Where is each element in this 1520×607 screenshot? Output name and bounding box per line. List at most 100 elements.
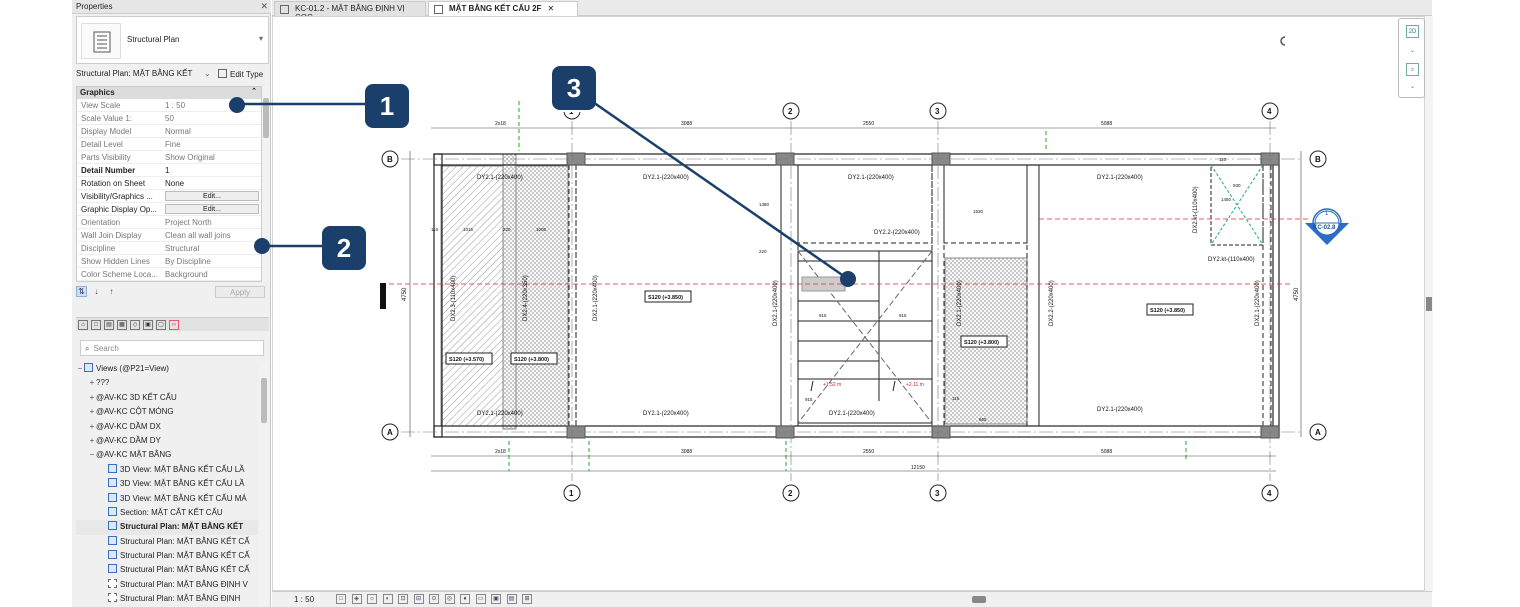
- property-row[interactable]: Detail Number 1: [77, 164, 261, 177]
- property-value[interactable]: None: [163, 177, 261, 189]
- expand-icon[interactable]: +: [88, 376, 96, 390]
- property-row[interactable]: Rotation on Sheet None: [77, 177, 261, 190]
- property-value[interactable]: 1: [163, 164, 261, 176]
- tree-item[interactable]: 3D View: MẶT BẰNG KẾT CẤU MÁ: [76, 492, 258, 506]
- expand-icon[interactable]: +: [88, 391, 96, 405]
- zoom-icon[interactable]: ⌕: [1406, 63, 1419, 76]
- group-icon[interactable]: ▣: [143, 320, 153, 330]
- expand-icon[interactable]: ⌄: [1406, 81, 1419, 94]
- schedule-icon[interactable]: ▤: [104, 320, 114, 330]
- property-row[interactable]: Display Model Normal: [77, 125, 261, 138]
- property-row[interactable]: Parts Visibility Show Original: [77, 151, 261, 164]
- tree-item[interactable]: − @AV-KC MẶT BẰNG: [76, 448, 258, 462]
- structural-plan-drawing[interactable]: 1 1 2 2 3 3 4 4 B B A A 2x18 3088 2550 5088 2x18 3088 2550…: [273, 17, 1426, 592]
- tree-item[interactable]: + @AV-KC CỘT MÓNG: [76, 405, 258, 419]
- sort-descending-icon[interactable]: ↑: [106, 287, 117, 298]
- edit-button[interactable]: Edit...: [165, 204, 259, 214]
- edit-button[interactable]: Edit...: [165, 191, 259, 201]
- tree-item[interactable]: + @AV-KC DẦM DX: [76, 420, 258, 434]
- canvas-vertical-scrollbar[interactable]: [1425, 16, 1433, 591]
- drawing-canvas[interactable]: 1 1 2 2 3 3 4 4 B B A A 2x18 3088 2550 5088 2x18 3088 2550…: [272, 16, 1425, 591]
- view-cube-icon[interactable]: 2D: [1406, 25, 1419, 38]
- sort-category-icon[interactable]: ⇅: [76, 286, 87, 297]
- tree-item[interactable]: + @AV-KC 3D KẾT CẤU: [76, 391, 258, 405]
- tree-item[interactable]: Structural Plan: MẶT BẰNG ĐỊNH V: [76, 578, 258, 592]
- property-value[interactable]: Normal: [163, 125, 261, 137]
- visual-style-icon[interactable]: ◈: [351, 594, 362, 604]
- tab-dinh-vi-coc[interactable]: KC-01.2 - MẶT BẰNG ĐỊNH VỊ CỌC: [274, 1, 426, 22]
- horizontal-scroll-thumb[interactable]: [972, 596, 986, 603]
- collapse-icon[interactable]: ⌃: [251, 87, 257, 95]
- expand-icon[interactable]: +: [88, 405, 96, 419]
- highlight-icon[interactable]: ▤: [506, 594, 517, 604]
- views-icon[interactable]: □: [91, 320, 101, 330]
- group-header-graphics[interactable]: Graphics ⌃: [77, 87, 261, 99]
- search-input[interactable]: ⌕ Search: [80, 340, 264, 356]
- property-row[interactable]: Discipline Structural: [77, 242, 261, 255]
- expand-icon[interactable]: +: [88, 420, 96, 434]
- temporary-view-icon[interactable]: ▭: [475, 594, 486, 604]
- type-selector[interactable]: Structural Plan ▾: [76, 16, 269, 64]
- family-icon[interactable]: ◇: [130, 320, 140, 330]
- property-row[interactable]: Show Hidden Lines By Discipline: [77, 255, 261, 268]
- sun-path-icon[interactable]: ☼: [367, 594, 377, 604]
- property-row[interactable]: Visibility/Graphics ... Edit...: [77, 190, 261, 203]
- worksharing-icon[interactable]: ▣: [491, 594, 501, 604]
- property-value[interactable]: Structural: [163, 242, 261, 254]
- tree-item[interactable]: Structural Plan: MẶT BẰNG KẾT CẤ: [76, 563, 258, 577]
- property-row[interactable]: Wall Join Display Clean all wall joins: [77, 229, 261, 242]
- scroll-thumb[interactable]: [263, 98, 269, 138]
- property-value[interactable]: Clean all wall joins: [163, 229, 261, 241]
- home-icon[interactable]: ⌂: [78, 320, 88, 330]
- property-value[interactable]: Project North: [163, 216, 261, 228]
- link-icon[interactable]: ∞: [169, 320, 179, 330]
- reveal-hidden-icon[interactable]: ♦: [460, 594, 470, 604]
- tree-item[interactable]: − Views (@P21=View): [76, 362, 258, 376]
- property-value[interactable]: Background: [163, 268, 261, 280]
- property-value[interactable]: 1 : 50: [163, 99, 261, 111]
- analytical-icon[interactable]: ⊞: [522, 594, 532, 604]
- property-value[interactable]: By Discipline: [163, 255, 261, 267]
- shadows-icon[interactable]: ◐: [382, 594, 393, 604]
- property-row[interactable]: Scale Value 1: 50: [77, 112, 261, 125]
- tree-item[interactable]: + @AV-KC DẦM DY: [76, 434, 258, 448]
- crop-view-icon[interactable]: ⊡: [398, 594, 408, 604]
- dropdown-arrow-icon[interactable]: ▾: [259, 34, 263, 43]
- close-icon[interactable]: ✕: [260, 1, 268, 12]
- property-row[interactable]: Graphic Display Op... Edit...: [77, 203, 261, 216]
- view-scale[interactable]: 1 : 50: [294, 595, 314, 604]
- instance-selector[interactable]: Structural Plan: MẶT BẰNG KẾT: [76, 69, 192, 78]
- legend-icon[interactable]: ▢: [156, 320, 166, 330]
- apply-button[interactable]: Apply: [215, 286, 265, 298]
- tree-item[interactable]: +???: [76, 376, 258, 390]
- property-value[interactable]: Fine: [163, 138, 261, 150]
- tab-ket-cau-2f[interactable]: MẶT BẰNG KẾT CẤU 2F ✕: [428, 1, 578, 16]
- property-row[interactable]: Color Scheme Loca... Background: [77, 268, 261, 281]
- show-crop-icon[interactable]: ⊟: [413, 594, 424, 604]
- tree-item[interactable]: 3D View: MẶT BẰNG KẾT CẤU LẦ: [76, 463, 258, 477]
- property-row[interactable]: View Scale 1 : 50: [77, 99, 261, 112]
- detail-level-icon[interactable]: □: [336, 594, 346, 604]
- tree-item[interactable]: 3D View: MẶT BẰNG KẾT CẤU LẦ: [76, 477, 258, 491]
- scroll-thumb[interactable]: [261, 378, 267, 423]
- property-value[interactable]: 50: [163, 112, 261, 124]
- scroll-thumb[interactable]: [1426, 297, 1432, 311]
- close-icon[interactable]: ✕: [547, 4, 554, 13]
- tree-item[interactable]: Structural Plan: MẶT BẰNG KẾT CẤ: [76, 549, 258, 563]
- sort-ascending-icon[interactable]: ↓: [91, 287, 102, 298]
- tree-item[interactable]: Section: MẶT CẮT KẾT CẤU: [76, 506, 258, 520]
- property-value[interactable]: Show Original: [163, 151, 261, 163]
- tree-item[interactable]: Structural Plan: MẶT BẰNG KẾT: [76, 520, 258, 535]
- tree-item[interactable]: Structural Plan: MẶT BẰNG KẾT CẤ: [76, 535, 258, 549]
- tree-item[interactable]: Structural Plan: MẶT BẰNG ĐỊNH: [76, 592, 258, 606]
- properties-scrollbar[interactable]: [262, 86, 270, 282]
- sheet-icon[interactable]: ▦: [117, 320, 127, 330]
- unlock-3d-icon[interactable]: ⊙: [429, 594, 439, 604]
- property-row[interactable]: Orientation Project North: [77, 216, 261, 229]
- temporary-hide-icon[interactable]: ◎: [444, 594, 455, 604]
- expand-icon[interactable]: +: [88, 434, 96, 448]
- edit-type-button[interactable]: Edit Type: [218, 69, 263, 79]
- chevron-down-icon[interactable]: ⌄: [204, 69, 211, 78]
- collapse-icon[interactable]: −: [88, 448, 96, 462]
- property-row[interactable]: Detail Level Fine: [77, 138, 261, 151]
